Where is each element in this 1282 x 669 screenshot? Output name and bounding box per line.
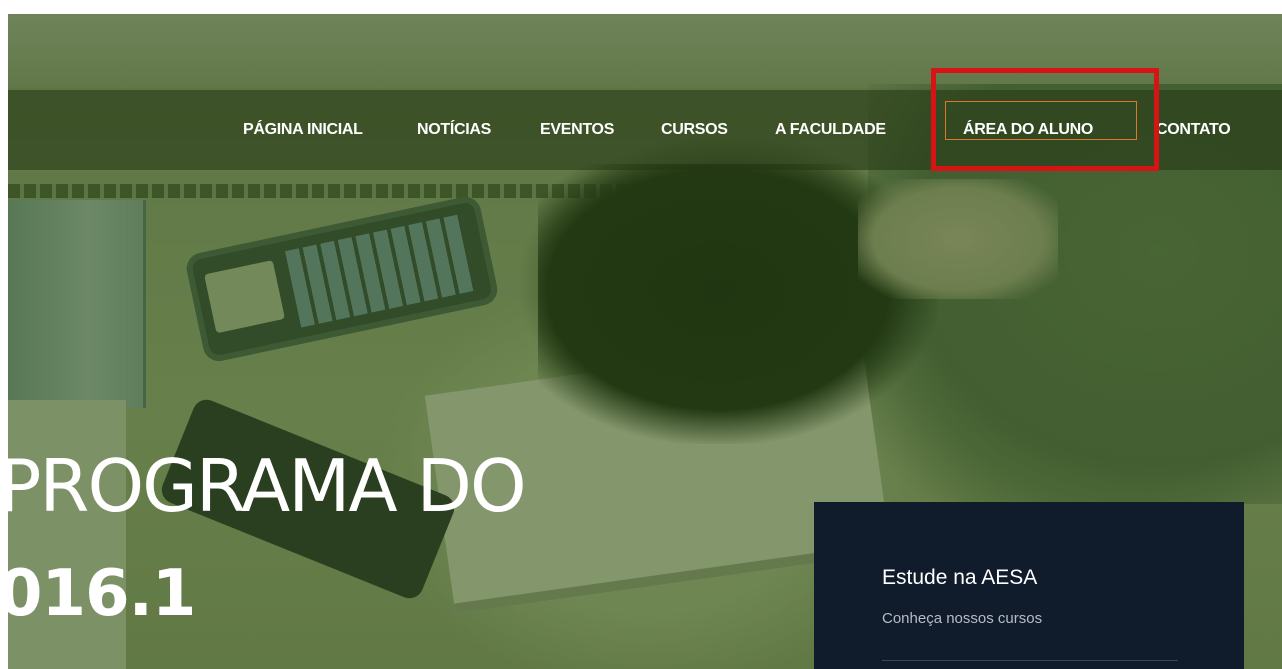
hero-title: PROGRAMA DO — [8, 444, 527, 528]
nav-item-contato[interactable]: CONTATO — [1156, 90, 1231, 170]
nav-item-area-do-aluno[interactable]: ÁREA DO ALUNO — [963, 90, 1093, 170]
nav-item-noticias[interactable]: NOTÍCIAS — [417, 90, 491, 170]
nav-item-cursos[interactable]: CURSOS — [661, 90, 728, 170]
card-courses-link[interactable]: Conheça nossos cursos — [882, 610, 1042, 627]
hero-subtitle: 016.1 — [8, 557, 196, 631]
card-divider — [882, 660, 1178, 661]
nav-item-a-faculdade[interactable]: A FACULDADE — [775, 90, 886, 170]
hero-section: PÁGINA INICIAL NOTÍCIAS EVENTOS CURSOS A… — [8, 14, 1282, 669]
nav-item-pagina-inicial[interactable]: PÁGINA INICIAL — [243, 90, 363, 170]
nav-item-eventos[interactable]: EVENTOS — [540, 90, 614, 170]
courses-card: Estude na AESA Conheça nossos cursos — [814, 502, 1244, 669]
card-title: Estude na AESA — [882, 566, 1038, 589]
main-navigation: PÁGINA INICIAL NOTÍCIAS EVENTOS CURSOS A… — [8, 90, 1282, 170]
